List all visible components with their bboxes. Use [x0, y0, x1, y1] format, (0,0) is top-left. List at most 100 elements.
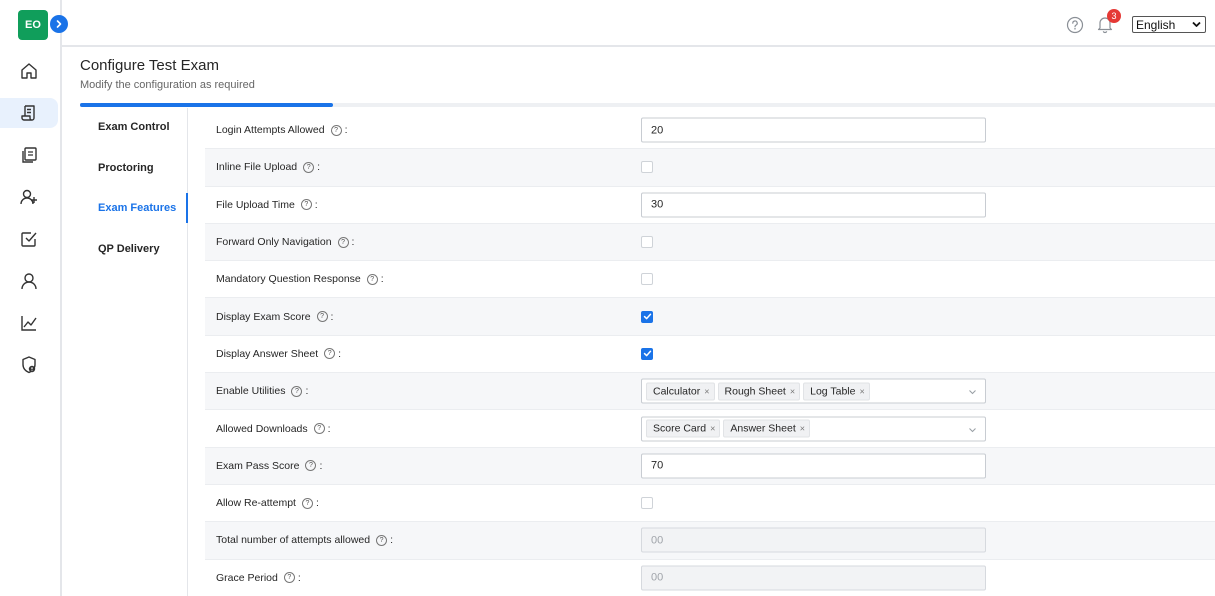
- tab-label: QP Delivery: [98, 243, 160, 256]
- remove-tag-icon[interactable]: ×: [859, 386, 864, 396]
- setting-row-file-upload-time: File Upload Time?: 30: [205, 186, 1215, 224]
- tab-exam-features[interactable]: Exam Features: [80, 193, 188, 224]
- setting-label: Enable Utilities?:: [216, 373, 308, 409]
- nav-item-home[interactable]: [0, 56, 58, 86]
- tag-label: Calculator: [653, 385, 701, 398]
- chevron-down-icon: [969, 427, 976, 432]
- setting-label: Exam Pass Score?:: [216, 448, 322, 484]
- exam-features-settings: Login Attempts Allowed?: 20 Inline File Up…: [205, 112, 1215, 596]
- avatar[interactable]: EO: [18, 10, 48, 40]
- forward-only-navigation-checkbox[interactable]: [641, 236, 653, 249]
- top-bar: [62, 0, 1215, 47]
- help-tooltip-icon[interactable]: ?: [330, 124, 342, 136]
- chevron-down-icon: [969, 390, 976, 395]
- help-tooltip-icon[interactable]: ?: [301, 497, 313, 509]
- display-exam-score-checkbox[interactable]: [641, 310, 653, 323]
- setting-row-display-answer-sheet: Display Answer Sheet?:: [205, 335, 1215, 374]
- help-tooltip-icon[interactable]: ?: [316, 311, 328, 323]
- setting-label: Inline File Upload?:: [216, 149, 320, 185]
- help-tooltip-icon[interactable]: ?: [324, 348, 336, 360]
- configuration-progress: [80, 103, 1215, 107]
- allow-re-attempt-checkbox[interactable]: [641, 497, 653, 510]
- nav-item-documents[interactable]: [0, 140, 58, 170]
- label-colon: :: [380, 273, 384, 286]
- setting-row-total-number-of-attempts-allowed: Total number of attempts allowed?: 00: [205, 522, 1215, 560]
- user-icon: [21, 273, 37, 290]
- input-value: 20: [651, 124, 664, 137]
- mandatory-question-response-checkbox[interactable]: [641, 273, 653, 286]
- label-colon: :: [314, 198, 318, 211]
- exam-pass-score-input[interactable]: 70: [641, 453, 986, 479]
- tag-label: Log Table: [810, 385, 856, 398]
- setting-label: Total number of attempts allowed?:: [216, 522, 393, 558]
- progress-fill: [80, 103, 334, 107]
- help-tooltip-icon[interactable]: ?: [303, 161, 315, 173]
- input-value: 70: [651, 459, 664, 472]
- input-value: 00: [651, 571, 664, 584]
- remove-tag-icon[interactable]: ×: [790, 386, 795, 396]
- help-tooltip-icon[interactable]: ?: [291, 385, 303, 397]
- remove-tag-icon[interactable]: ×: [800, 424, 805, 434]
- setting-label-text: Exam Pass Score: [216, 459, 300, 472]
- total-number-of-attempts-allowed-input: 00: [641, 527, 986, 553]
- setting-label-text: Allowed Downloads: [216, 422, 308, 435]
- help-tooltip-icon[interactable]: ?: [283, 572, 295, 584]
- file-upload-time-input[interactable]: 30: [641, 192, 986, 218]
- display-answer-sheet-checkbox[interactable]: [641, 347, 653, 360]
- remove-tag-icon[interactable]: ×: [704, 386, 709, 396]
- setting-row-grace-period: Grace Period?: 00: [205, 559, 1215, 596]
- tag-label: Rough Sheet: [724, 385, 786, 398]
- nav-item-checklist[interactable]: [0, 224, 58, 254]
- help-tooltip-icon[interactable]: ?: [366, 273, 378, 285]
- setting-label-text: Mandatory Question Response: [216, 273, 361, 286]
- selected-tag: Calculator ×: [646, 382, 715, 401]
- expand-sidebar-button[interactable]: [50, 15, 68, 33]
- help-tooltip-icon[interactable]: ?: [337, 236, 349, 248]
- exam-scroll-icon: [21, 105, 35, 121]
- setting-label-text: Login Attempts Allowed: [216, 124, 325, 137]
- label-colon: :: [351, 236, 355, 249]
- label-colon: :: [327, 422, 331, 435]
- setting-row-forward-only-navigation: Forward Only Navigation?:: [205, 223, 1215, 262]
- setting-label: Display Exam Score?:: [216, 298, 333, 334]
- nav-item-security-shield[interactable]: [0, 350, 58, 380]
- label-colon: :: [344, 124, 348, 137]
- nav-item-analytics[interactable]: [0, 308, 58, 338]
- help-tooltip-icon[interactable]: ?: [313, 423, 325, 435]
- label-colon: :: [317, 161, 321, 174]
- nav-item-exam-scroll[interactable]: [0, 98, 58, 128]
- page-title: Configure Test Exam: [80, 57, 219, 74]
- help-button[interactable]: [1066, 16, 1084, 37]
- setting-label-text: Display Exam Score: [216, 310, 311, 323]
- home-icon: [21, 63, 37, 79]
- tag-label: Score Card: [653, 422, 707, 435]
- tab-exam-control[interactable]: Exam Control: [80, 112, 188, 142]
- tab-label: Proctoring: [98, 161, 154, 174]
- tab-proctoring[interactable]: Proctoring: [80, 153, 188, 183]
- tab-label: Exam Control: [98, 121, 170, 133]
- help-tooltip-icon[interactable]: ?: [300, 199, 312, 211]
- sidebar-rail: EO: [0, 0, 62, 596]
- allowed-downloads-multiselect[interactable]: Score Card × Answer Sheet ×: [641, 416, 986, 442]
- help-tooltip-icon[interactable]: ?: [305, 460, 317, 472]
- login-attempts-allowed-input[interactable]: 20: [641, 117, 986, 143]
- label-colon: :: [315, 497, 319, 510]
- nav-item-user[interactable]: [0, 266, 58, 296]
- label-colon: :: [305, 385, 309, 398]
- setting-row-allow-re-attempt: Allow Re-attempt?:: [205, 484, 1215, 523]
- tab-qp-delivery[interactable]: QP Delivery: [80, 234, 188, 264]
- language-select[interactable]: English: [1132, 16, 1206, 33]
- nav-item-add-user[interactable]: [0, 182, 58, 212]
- label-colon: :: [330, 310, 334, 323]
- setting-label: Login Attempts Allowed?:: [216, 112, 348, 148]
- help-tooltip-icon[interactable]: ?: [376, 534, 388, 546]
- input-value: 00: [651, 534, 664, 547]
- config-section-tabs: Exam Control Proctoring Exam Features QP De…: [80, 108, 188, 596]
- remove-tag-icon[interactable]: ×: [710, 424, 715, 434]
- setting-row-allowed-downloads: Allowed Downloads?: Score Card × Answer She…: [205, 410, 1215, 448]
- setting-label-text: Inline File Upload: [216, 161, 298, 174]
- inline-file-upload-checkbox[interactable]: [641, 161, 653, 174]
- setting-row-login-attempts-allowed: Login Attempts Allowed?: 20: [205, 112, 1215, 150]
- chevron-down-icon: [1192, 21, 1201, 27]
- enable-utilities-multiselect[interactable]: Calculator × Rough Sheet × Log Table ×: [641, 378, 986, 404]
